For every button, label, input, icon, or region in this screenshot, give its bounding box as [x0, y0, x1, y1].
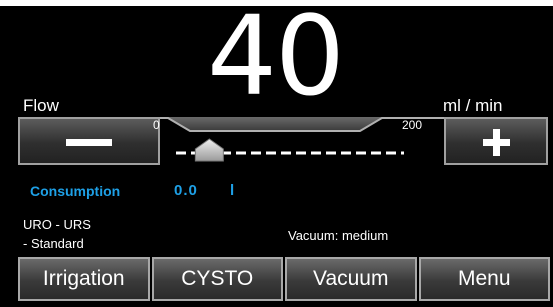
slider-thumb[interactable] — [194, 138, 224, 162]
tab-irrigation[interactable]: Irrigation — [18, 257, 150, 301]
program-mode: - Standard — [23, 236, 84, 251]
flow-value: 40 — [207, 6, 345, 120]
tab-vacuum[interactable]: Vacuum — [285, 257, 417, 301]
decrease-flow-button[interactable] — [18, 117, 160, 165]
consumption-unit: l — [230, 182, 235, 199]
minus-icon — [66, 139, 112, 146]
consumption-value: 0.0 — [174, 182, 198, 199]
program-name: URO - URS — [23, 217, 91, 232]
scale-max-label: 200 — [402, 118, 423, 132]
increase-flow-button[interactable] — [444, 117, 548, 165]
vacuum-status: Vacuum: medium — [288, 228, 389, 243]
scale-min-label: 0 — [153, 118, 160, 132]
tab-cysto[interactable]: CYSTO — [151, 257, 283, 301]
consumption-label: Consumption — [30, 183, 121, 199]
tab-menu[interactable]: Menu — [418, 257, 550, 301]
pump-display: Flow 40 ml / min 0 200 Consumption 0.0 l… — [0, 6, 553, 307]
flow-label: Flow — [23, 96, 59, 115]
flow-unit: ml / min — [443, 96, 503, 115]
bottom-tab-bar: Irrigation CYSTO Vacuum Menu — [18, 257, 550, 301]
